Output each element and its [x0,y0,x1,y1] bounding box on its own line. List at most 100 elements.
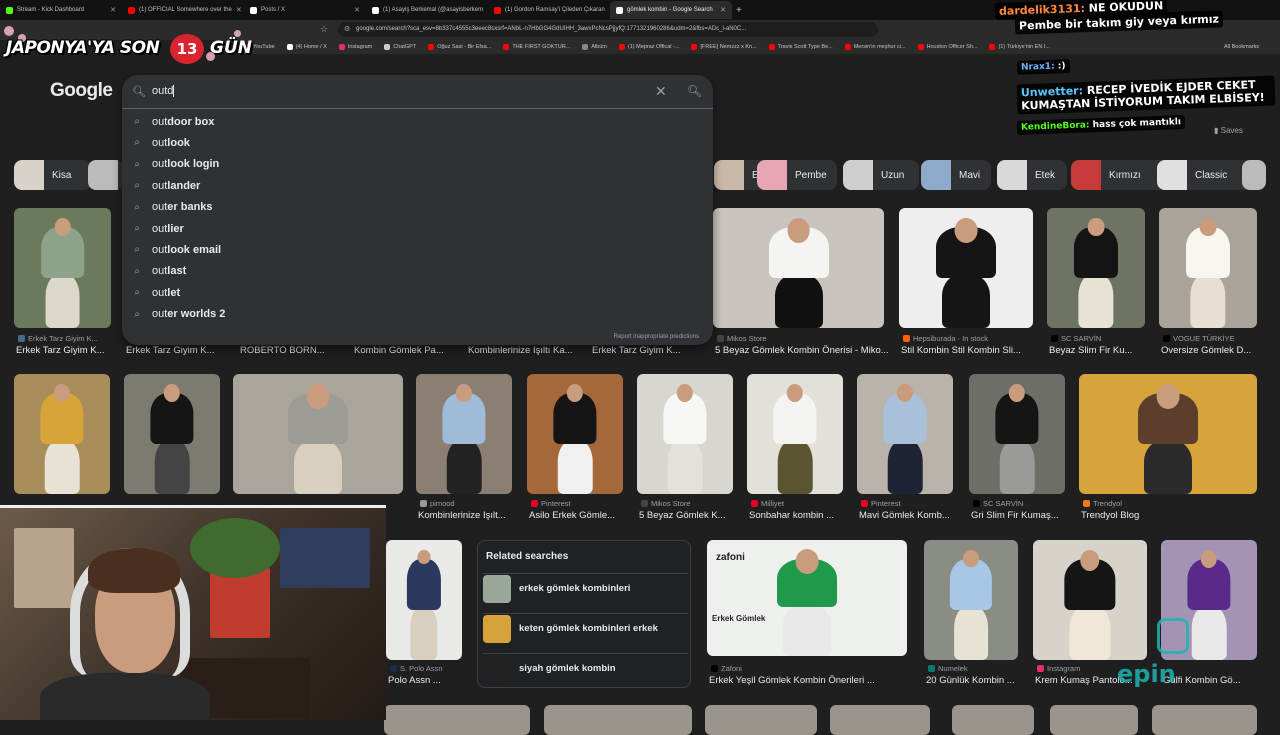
related-search-item[interactable]: siyah gömlek kombin [483,653,688,683]
image-source[interactable]: Erkek Tarz Giyim K... [18,334,98,343]
image-title[interactable]: Erkek Tarz Giyim K... [592,345,712,356]
report-predictions-link[interactable]: Report inappropriate predictions [614,334,699,340]
search-suggestion[interactable]: ⌕ outlook [122,132,713,153]
image-result[interactable] [969,374,1065,494]
image-result[interactable] [1152,705,1257,735]
image-result[interactable] [830,705,930,735]
image-result[interactable] [637,374,733,494]
tab-close-icon[interactable]: ✕ [236,6,242,14]
bookmark-item[interactable]: Travis Scott Type Be... [768,44,833,50]
filter-chip[interactable]: Pembe [757,160,837,190]
bookmark-item[interactable]: Oğuz Sasi - Bir Efsa... [428,44,491,50]
bookmark-item[interactable]: Houston Officer Sh... [917,44,977,50]
image-result[interactable] [386,540,462,660]
bookmark-item[interactable]: Mersin'in meşhur ci... [844,44,906,50]
google-logo[interactable]: Google [50,80,113,102]
bookmark-item[interactable]: THE FIRST GOKTUR... [503,44,570,50]
image-title[interactable]: Oversize Gömlek D... [1161,345,1269,356]
image-source[interactable]: Mikos Store [717,334,767,343]
image-title[interactable]: 5 Beyaz Gömlek K... [639,510,745,521]
image-title[interactable]: Gri Slim Fir Kumaş... [971,510,1077,521]
filter-chip[interactable]: Classic [1157,160,1253,190]
image-source[interactable]: SC SARVİN [1051,334,1101,343]
image-result[interactable] [713,208,884,328]
clear-icon[interactable]: ✕ [655,83,667,100]
image-result[interactable] [952,705,1034,735]
image-result[interactable] [384,705,530,735]
image-result[interactable] [705,705,817,735]
image-result[interactable] [233,374,403,494]
image-source[interactable]: Pinterest [861,499,901,508]
search-suggestion[interactable]: ⌕ outlier [122,218,713,239]
search-submit-icon[interactable]: 🔍︎ [687,84,702,98]
image-title[interactable]: Erkek Tarz Giyim K... [16,345,123,356]
related-search-item[interactable]: keten gömlek kombinleri erkek [483,613,688,643]
search-suggestion[interactable]: ⌕ outlet [122,282,713,303]
tab-close-icon[interactable]: ✕ [720,6,726,14]
image-result[interactable] [14,208,111,328]
image-result[interactable] [1050,705,1138,735]
image-source[interactable]: Zafoni [711,664,742,673]
image-title[interactable]: Trendyol Blog [1081,510,1269,521]
image-title[interactable]: Mavi Gömlek Komb... [859,510,965,521]
image-source[interactable]: Instagram [1037,664,1080,673]
image-result[interactable] [124,374,220,494]
image-title[interactable]: Kombinlerinize Işıltı Ka... [468,345,588,356]
image-title[interactable]: 20 Günlük Kombin ... [926,675,1030,686]
image-result[interactable] [747,374,843,494]
address-bar[interactable]: ⚙ google.com/search?sca_esv=8b337c4555c3… [338,22,878,37]
image-result[interactable] [544,705,692,735]
image-title[interactable]: Polo Assn ... [388,675,474,686]
image-result[interactable] [1079,374,1257,494]
site-info-icon[interactable]: ⚙ [344,25,350,33]
bookmark-item[interactable]: Instagram [338,44,372,50]
search-suggestion[interactable]: ⌕ outdoor box [122,111,713,132]
tab-close-icon[interactable]: ✕ [354,6,360,14]
search-suggestion[interactable]: ⌕ outer worlds 2 [122,304,713,325]
image-source[interactable]: VOGUE TÜRKİYE [1163,334,1235,343]
search-suggestion[interactable]: ⌕ outlook email [122,239,713,260]
filter-chip[interactable]: Mavi [921,160,991,190]
bookmark-item[interactable]: ChatGPT [384,44,416,50]
image-source[interactable]: S. Polo Assn [390,664,443,673]
browser-tab[interactable]: (1) Gordon Ramsay'i Çileden Çıkaran✕ [488,1,610,19]
image-source[interactable]: SC SARVİN [973,499,1023,508]
browser-tab[interactable]: gömlek kombin - Google Search ✕ [610,1,732,19]
image-title[interactable]: Asilo Erkek Gömle... [529,510,635,521]
image-source[interactable]: Milliyet [751,499,784,508]
bookmark-item[interactable]: Albüm [582,44,607,50]
search-suggestion[interactable]: ⌕ outlast [122,261,713,282]
image-source[interactable]: Hepsiburada · In stock [903,334,988,343]
browser-tab[interactable]: (1) Asayiş Berkemal (@asayisberkem✕ [366,1,488,19]
image-title[interactable]: Sonbahar kombin ... [749,510,855,521]
search-suggestion[interactable]: ⌕ outlander [122,175,713,196]
image-title[interactable]: Kombin Gömlek Pa... [354,345,474,356]
image-title[interactable]: Kombinlerinize Işılt... [418,510,524,521]
related-search-item[interactable]: erkek gömlek kombinleri [483,573,688,603]
image-source[interactable]: Mikos Store [641,499,691,508]
browser-tab[interactable]: Posts / X ✕ [244,1,366,19]
bookmark-item[interactable]: (4) Home / X [286,44,327,50]
image-title[interactable]: ROBERTO BORN... [240,345,360,356]
browser-tab[interactable]: (1) OFFICIAL Somewhere over the ✕ [122,1,244,19]
search-suggestion[interactable]: ⌕ outer banks [122,197,713,218]
image-source[interactable]: Numelek [928,664,968,673]
image-title[interactable]: Erkek Tarz Giyim K... [126,345,236,356]
image-title[interactable]: Erkek Yeşil Gömlek Kombin Önerileri ... [709,675,919,686]
image-result[interactable] [416,374,512,494]
browser-tab[interactable]: Stream - Kick Dashboard ✕ [0,1,122,19]
image-result[interactable] [1033,540,1147,660]
filter-chip[interactable]: Kisa [14,160,92,190]
bookmark-icon[interactable]: ☆ [320,24,328,35]
filter-chip[interactable]: Uzun [843,160,919,190]
image-title[interactable]: 5 Beyaz Gömlek Kombin Önerisi - Miko... [715,345,896,356]
tab-close-icon[interactable]: ✕ [110,6,116,14]
bookmark-item[interactable]: [FREE] Nemzzz x Kn... [691,44,757,50]
image-result[interactable] [527,374,623,494]
image-source[interactable]: Pinterest [531,499,571,508]
search-suggestion[interactable]: ⌕ outlook login [122,154,713,175]
image-result[interactable] [924,540,1018,660]
image-result[interactable] [899,208,1033,328]
search-input[interactable]: outd [152,85,632,98]
filter-chip[interactable] [88,160,124,190]
